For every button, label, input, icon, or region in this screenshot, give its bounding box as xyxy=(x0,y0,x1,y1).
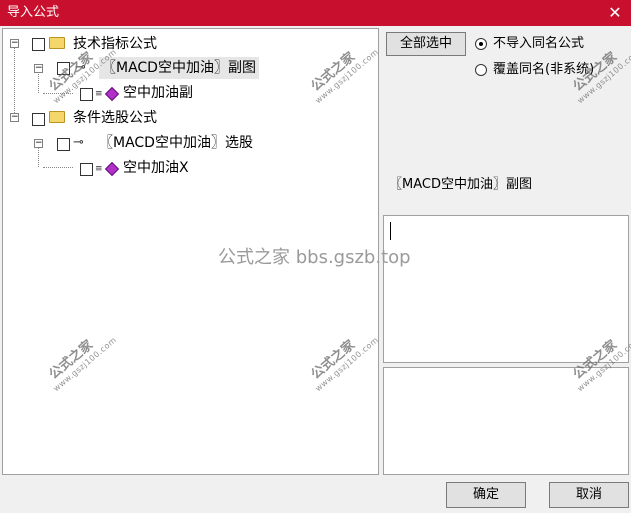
import-formula-dialog: 导入公式 ✕ − 技术指标公式 − ⊸ 〖MACD空中加油〗副图 ≡ 空中加油副… xyxy=(0,0,631,513)
collapse-toggle[interactable]: − xyxy=(10,39,19,48)
folder-icon xyxy=(49,37,65,49)
watermark-center: 公式之家 bbs.gszb.top xyxy=(218,247,411,268)
radio-icon[interactable] xyxy=(475,38,487,50)
window-title: 导入公式 xyxy=(7,5,60,20)
close-icon[interactable]: ✕ xyxy=(603,1,627,25)
checkbox[interactable] xyxy=(80,163,93,176)
tree-node-indicator-group[interactable]: − 技术指标公式 xyxy=(3,33,378,55)
tree-node-selector-formula[interactable]: ≡ 空中加油X xyxy=(3,157,378,179)
formula-gem-icon xyxy=(104,161,120,177)
formula-gem-icon xyxy=(104,86,120,102)
folder-icon xyxy=(49,111,65,123)
tree-node-label: 条件选股公式 xyxy=(73,110,157,126)
radio-icon[interactable] xyxy=(475,64,487,76)
tree-node-label: 〖MACD空中加油〗选股 xyxy=(99,135,253,151)
cancel-button[interactable]: 取消 xyxy=(549,482,629,508)
tree-node-label: 空中加油X xyxy=(123,160,189,176)
tree-node-selector-group[interactable]: − 条件选股公式 xyxy=(3,107,378,129)
description-textbox[interactable] xyxy=(383,215,629,363)
checkbox[interactable] xyxy=(32,38,45,51)
title-bar: 导入公式 ✕ xyxy=(0,0,631,26)
dots-icon: ≡ xyxy=(95,164,103,174)
radio-label: 不导入同名公式 xyxy=(493,36,585,51)
checkbox[interactable] xyxy=(80,88,93,101)
collapse-toggle[interactable]: − xyxy=(34,139,43,148)
tree-node-label: 〖MACD空中加油〗副图 xyxy=(99,57,259,79)
collapse-toggle[interactable]: − xyxy=(10,113,19,122)
key-icon: ⊸ xyxy=(73,135,84,150)
dots-icon: ≡ xyxy=(95,89,103,99)
collapse-toggle[interactable]: − xyxy=(34,64,43,73)
tree-node-label: 空中加油副 xyxy=(123,85,193,101)
checkbox[interactable] xyxy=(32,113,45,126)
tree-node-selector-item[interactable]: − ⊸ 〖MACD空中加油〗选股 xyxy=(3,132,378,154)
text-caret xyxy=(390,222,391,240)
select-all-button[interactable]: 全部选中 xyxy=(386,32,466,56)
formula-name-display: 〖MACD空中加油〗副图 xyxy=(383,173,628,211)
checkbox[interactable] xyxy=(57,138,70,151)
ok-button[interactable]: 确定 xyxy=(446,482,526,508)
